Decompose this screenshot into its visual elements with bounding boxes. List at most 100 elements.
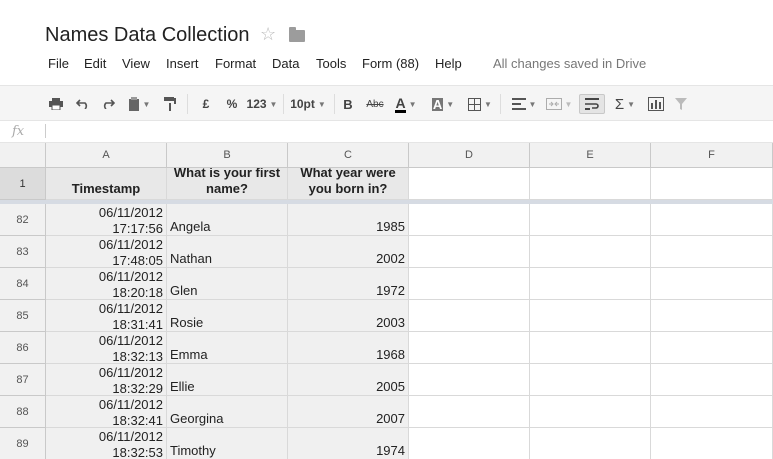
timestamp-cell[interactable]: 06/11/2012 17:48:05 <box>46 236 167 268</box>
empty-cell[interactable] <box>409 428 530 459</box>
menu-file[interactable]: File <box>48 56 69 71</box>
percent-button[interactable]: % <box>224 94 240 114</box>
empty-cell[interactable] <box>651 204 773 236</box>
birth-year-cell[interactable]: 2007 <box>288 396 409 428</box>
timestamp-cell[interactable]: 06/11/2012 18:32:41 <box>46 396 167 428</box>
empty-cell[interactable] <box>530 236 651 268</box>
empty-cell[interactable] <box>409 268 530 300</box>
birth-year-cell[interactable]: 2003 <box>288 300 409 332</box>
currency-button[interactable]: £ <box>198 94 214 114</box>
empty-cell[interactable] <box>530 364 651 396</box>
row-header[interactable]: 87 <box>0 364 46 396</box>
column-header-a[interactable]: A <box>46 143 167 168</box>
cell-c1[interactable]: What year were you born in? <box>288 168 409 200</box>
birth-year-cell[interactable]: 1968 <box>288 332 409 364</box>
row-header[interactable]: 84 <box>0 268 46 300</box>
align-dropdown[interactable]: ▼ <box>507 94 541 114</box>
empty-cell[interactable] <box>530 396 651 428</box>
cell-f1[interactable] <box>651 168 773 200</box>
birth-year-cell[interactable]: 1985 <box>288 204 409 236</box>
redo-icon[interactable] <box>98 94 118 114</box>
first-name-cell[interactable]: Georgina <box>167 396 288 428</box>
first-name-cell[interactable]: Nathan <box>167 236 288 268</box>
paint-format-icon[interactable] <box>160 94 180 114</box>
cell-b1[interactable]: What is your first name? <box>167 168 288 200</box>
row-header[interactable]: 89 <box>0 428 46 459</box>
empty-cell[interactable] <box>409 396 530 428</box>
empty-cell[interactable] <box>651 428 773 459</box>
menu-view[interactable]: View <box>122 56 150 71</box>
cell-a1[interactable]: Timestamp <box>46 168 167 200</box>
timestamp-cell[interactable]: 06/11/2012 18:31:41 <box>46 300 167 332</box>
formula-input[interactable] <box>45 124 46 138</box>
empty-cell[interactable] <box>651 396 773 428</box>
empty-cell[interactable] <box>651 268 773 300</box>
empty-cell[interactable] <box>530 204 651 236</box>
font-size-dropdown[interactable]: 10pt ▼ <box>289 94 327 114</box>
empty-cell[interactable] <box>530 428 651 459</box>
wrap-text-button[interactable] <box>579 94 605 114</box>
first-name-cell[interactable]: Rosie <box>167 300 288 332</box>
timestamp-cell[interactable]: 06/11/2012 18:20:18 <box>46 268 167 300</box>
empty-cell[interactable] <box>651 300 773 332</box>
undo-icon[interactable] <box>73 94 93 114</box>
functions-dropdown[interactable]: Σ ▼ <box>610 94 640 114</box>
cell-d1[interactable] <box>409 168 530 200</box>
timestamp-cell[interactable]: 06/11/2012 18:32:13 <box>46 332 167 364</box>
column-header-e[interactable]: E <box>530 143 651 168</box>
select-all-corner[interactable] <box>0 143 46 168</box>
insert-chart-button[interactable] <box>645 94 667 114</box>
number-format-dropdown[interactable]: 123 ▼ <box>246 94 278 114</box>
document-title[interactable]: Names Data Collection <box>45 24 250 47</box>
birth-year-cell[interactable]: 2002 <box>288 236 409 268</box>
bold-button[interactable]: B <box>340 94 356 114</box>
cell-e1[interactable] <box>530 168 651 200</box>
menu-insert[interactable]: Insert <box>166 56 199 71</box>
empty-cell[interactable] <box>651 236 773 268</box>
empty-cell[interactable] <box>530 268 651 300</box>
menu-format[interactable]: Format <box>215 56 256 71</box>
fill-color-dropdown[interactable]: A ▼ <box>426 94 460 114</box>
empty-cell[interactable] <box>409 204 530 236</box>
first-name-cell[interactable]: Timothy <box>167 428 288 459</box>
borders-dropdown[interactable]: ▼ <box>465 94 495 114</box>
print-icon[interactable] <box>46 94 66 114</box>
row-header[interactable]: 88 <box>0 396 46 428</box>
first-name-cell[interactable]: Ellie <box>167 364 288 396</box>
empty-cell[interactable] <box>409 300 530 332</box>
first-name-cell[interactable]: Emma <box>167 332 288 364</box>
birth-year-cell[interactable]: 2005 <box>288 364 409 396</box>
column-header-f[interactable]: F <box>651 143 773 168</box>
menu-help[interactable]: Help <box>435 56 462 71</box>
row-header[interactable]: 83 <box>0 236 46 268</box>
empty-cell[interactable] <box>651 364 773 396</box>
empty-cell[interactable] <box>530 300 651 332</box>
folder-icon[interactable] <box>289 27 305 42</box>
first-name-cell[interactable]: Glen <box>167 268 288 300</box>
menu-form[interactable]: Form (88) <box>362 56 419 71</box>
timestamp-cell[interactable]: 06/11/2012 18:32:53 <box>46 428 167 459</box>
column-header-b[interactable]: B <box>167 143 288 168</box>
star-icon[interactable]: ☆ <box>260 24 276 45</box>
row-header-1[interactable]: 1 <box>0 168 46 200</box>
first-name-cell[interactable]: Angela <box>167 204 288 236</box>
row-header[interactable]: 85 <box>0 300 46 332</box>
filter-button[interactable] <box>671 94 691 114</box>
column-header-d[interactable]: D <box>409 143 530 168</box>
menu-edit[interactable]: Edit <box>84 56 106 71</box>
row-header[interactable]: 82 <box>0 204 46 236</box>
menu-tools[interactable]: Tools <box>316 56 346 71</box>
timestamp-cell[interactable]: 06/11/2012 18:32:29 <box>46 364 167 396</box>
birth-year-cell[interactable]: 1974 <box>288 428 409 459</box>
empty-cell[interactable] <box>651 332 773 364</box>
menu-data[interactable]: Data <box>272 56 299 71</box>
strikethrough-button[interactable]: Abc <box>364 94 386 114</box>
column-header-c[interactable]: C <box>288 143 409 168</box>
empty-cell[interactable] <box>409 236 530 268</box>
empty-cell[interactable] <box>409 332 530 364</box>
merge-cells-dropdown[interactable]: ▼ <box>543 94 575 114</box>
empty-cell[interactable] <box>530 332 651 364</box>
timestamp-cell[interactable]: 06/11/2012 17:17:56 <box>46 204 167 236</box>
text-color-dropdown[interactable]: A ▼ <box>389 94 423 114</box>
paste-icon[interactable]: ▼ <box>124 94 154 114</box>
